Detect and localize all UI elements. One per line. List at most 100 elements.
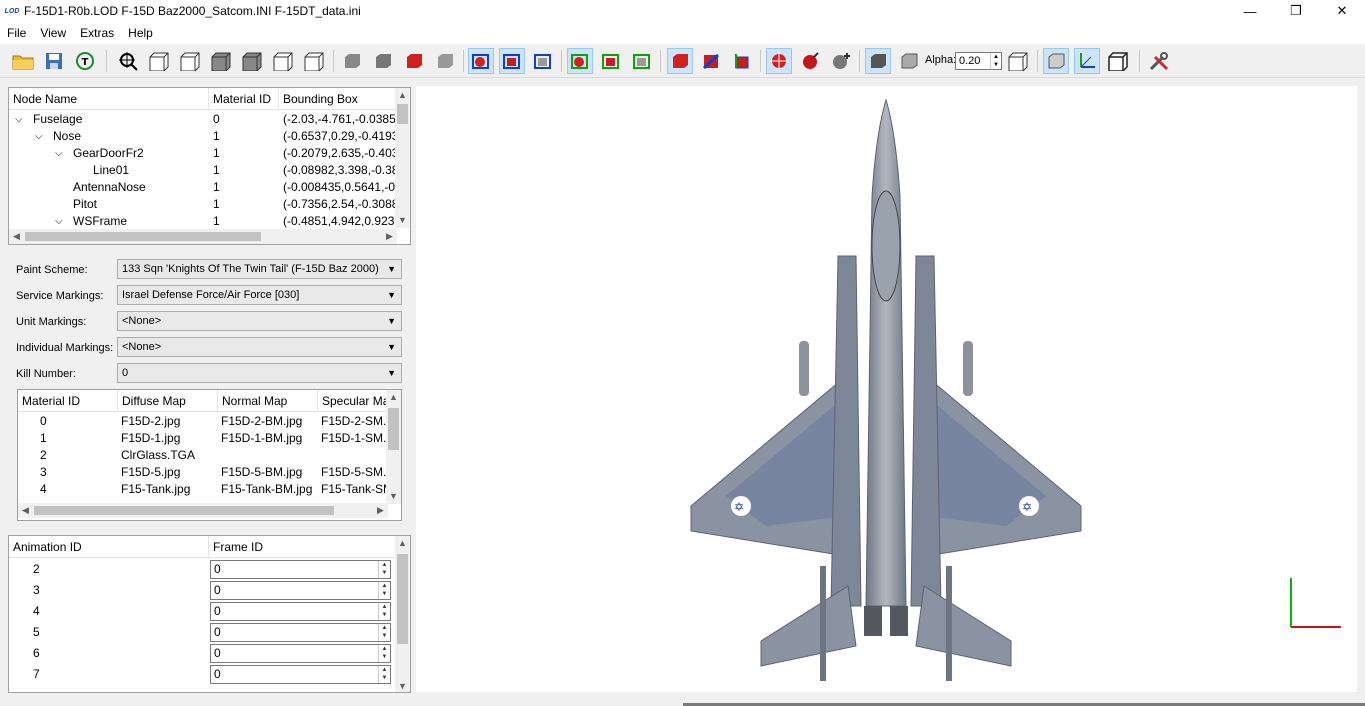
spin-arrows-icon[interactable]: ▲ ▼ [378, 603, 390, 620]
scroll-thumb[interactable] [397, 104, 408, 124]
bbox-gray-icon[interactable] [530, 48, 556, 74]
green-bbox-solid-icon[interactable] [598, 48, 624, 74]
animation-vscroll[interactable]: ▲ ▼ [395, 536, 410, 692]
material-cell[interactable] [221, 447, 319, 464]
animation-id-header[interactable]: Animation ID [9, 536, 209, 558]
material-cell[interactable]: ClrGlass.TGA [121, 447, 219, 464]
view-top-icon[interactable] [270, 48, 296, 74]
scroll-down-icon[interactable]: ▼ [395, 679, 410, 692]
spin-arrows-icon[interactable]: ▲ ▼ [378, 582, 390, 599]
node-name-header[interactable]: Node Name [9, 88, 209, 110]
transparent-cube-icon[interactable] [1005, 48, 1031, 74]
material-cell[interactable]: F15D-5-BM.jpg [221, 464, 319, 481]
minimize-button[interactable]: — [1227, 0, 1273, 22]
close-button[interactable]: ✕ [1319, 0, 1365, 22]
material-cell[interactable]: F15D-1-BM.jpg [221, 430, 319, 447]
frame-id-spinbox[interactable]: 0 ▲ ▼ [210, 602, 391, 621]
material-id-header[interactable]: Material ID [209, 88, 279, 110]
mat-id-header[interactable]: Material ID [18, 390, 118, 412]
scroll-left-icon[interactable]: ◀ [18, 503, 33, 518]
reload-icon[interactable]: T [72, 48, 98, 74]
frame-id-spinbox[interactable]: 0 ▲ ▼ [210, 665, 391, 684]
frame-id-spinbox[interactable]: 0 ▲ ▼ [210, 560, 391, 579]
material-cell[interactable]: F15-Tank.jpg [121, 481, 219, 498]
hscroll-thumb[interactable] [34, 506, 334, 515]
maximize-button[interactable]: ❐ [1273, 0, 1319, 22]
frame-id-spinbox[interactable]: 0 ▲ ▼ [210, 644, 391, 663]
material-cell[interactable]: 2 [40, 447, 80, 464]
tree-expander-icon[interactable]: ⌵ [55, 145, 67, 162]
tree-node-name[interactable]: Fuselage [33, 111, 207, 128]
bounding-box-icon[interactable] [1043, 48, 1069, 74]
tree-expander-icon[interactable]: ⌵ [15, 111, 27, 128]
kill-number-select[interactable]: 0 ▼ [117, 363, 402, 383]
scroll-left-icon[interactable]: ◀ [9, 229, 24, 244]
target-icon[interactable] [766, 48, 792, 74]
axes-icon[interactable] [1074, 48, 1100, 74]
material-cell[interactable]: 0 [40, 413, 80, 430]
effects-icon[interactable] [828, 48, 854, 74]
menu-file[interactable]: File [0, 26, 33, 40]
3d-viewport[interactable]: ✡ ✡ [416, 86, 1357, 692]
frame-id-spinbox[interactable]: 0 ▲ ▼ [210, 623, 391, 642]
shade-wire-icon[interactable] [432, 48, 458, 74]
tree-node-name[interactable]: GearDoorFr2 [73, 145, 207, 162]
scroll-right-icon[interactable]: ▶ [382, 229, 397, 244]
menu-view[interactable]: View [33, 26, 73, 40]
material-cell[interactable]: F15D-1-SM. [321, 430, 387, 447]
green-bbox-red-icon[interactable] [567, 48, 593, 74]
bounding-box-header[interactable]: Bounding Box [279, 88, 397, 110]
frame-id-header[interactable]: Frame ID [209, 536, 397, 558]
service-markings-select[interactable]: Israel Defense Force/Air Force [030] ▼ [117, 285, 402, 305]
individual-markings-select[interactable]: <None> ▼ [117, 337, 402, 357]
material-cell[interactable] [321, 447, 387, 464]
scroll-down-icon[interactable]: ▼ [395, 213, 410, 228]
scroll-down-icon[interactable]: ▼ [386, 489, 401, 504]
frame-id-spinbox[interactable]: 0 ▲ ▼ [210, 581, 391, 600]
bomb-icon[interactable] [797, 48, 823, 74]
materials-vscroll[interactable]: ▲ ▼ [386, 390, 401, 504]
specular-map-header[interactable]: Specular Ma [318, 390, 388, 412]
material-cell[interactable]: 3 [40, 464, 80, 481]
material-cell[interactable]: F15-Tank-BM.jpg [221, 481, 319, 498]
shade-smooth-icon[interactable] [370, 48, 396, 74]
zoom-icon[interactable] [115, 48, 141, 74]
scroll-up-icon[interactable]: ▲ [395, 536, 410, 551]
outline-cube-icon[interactable] [896, 48, 922, 74]
shade-flat-icon[interactable] [339, 48, 365, 74]
spin-arrows-icon[interactable]: ▲ ▼ [378, 645, 390, 662]
material-cell[interactable]: 1 [40, 430, 80, 447]
hscroll-thumb[interactable] [25, 232, 261, 241]
normals-icon[interactable] [667, 48, 693, 74]
node-tree-vscroll[interactable]: ▲ ▼ [395, 88, 410, 228]
diffuse-map-header[interactable]: Diffuse Map [118, 390, 218, 412]
material-cell[interactable]: F15-Tank-SM [321, 481, 387, 498]
scroll-up-icon[interactable]: ▲ [395, 88, 410, 103]
view-bottom-icon[interactable] [301, 48, 327, 74]
material-cell[interactable]: F15D-2-BM.jpg [221, 413, 319, 430]
normal-map-header[interactable]: Normal Map [218, 390, 318, 412]
axes-color-icon[interactable] [698, 48, 724, 74]
tree-expander-icon[interactable]: ⌵ [55, 213, 67, 230]
axes-box-icon[interactable] [729, 48, 755, 74]
paint-scheme-select[interactable]: 133 Sqn 'Knights Of The Twin Tail' (F-15… [117, 259, 402, 279]
tree-expander-icon[interactable]: ⌵ [35, 128, 47, 145]
bbox-solid-icon[interactable] [499, 48, 525, 74]
menu-extras[interactable]: Extras [73, 26, 121, 40]
settings-tools-icon[interactable] [1146, 48, 1172, 74]
material-cell[interactable]: F15D-2.jpg [121, 413, 219, 430]
unit-markings-select[interactable]: <None> ▼ [117, 311, 402, 331]
tree-node-name[interactable]: Pitot [73, 196, 207, 213]
spin-arrows-icon[interactable]: ▲ ▼ [378, 666, 390, 683]
view-back-icon[interactable] [177, 48, 203, 74]
scroll-up-icon[interactable]: ▲ [386, 390, 401, 405]
material-cell[interactable]: F15D-2-SM. [321, 413, 387, 430]
scroll-right-icon[interactable]: ▶ [373, 503, 388, 518]
view-right-icon[interactable] [239, 48, 265, 74]
save-icon[interactable] [41, 48, 67, 74]
spin-arrows-icon[interactable]: ▲ ▼ [378, 624, 390, 641]
tree-node-name[interactable]: AntennaNose [73, 179, 207, 196]
view-left-icon[interactable] [208, 48, 234, 74]
scroll-thumb[interactable] [397, 554, 408, 644]
open-folder-icon[interactable] [10, 48, 36, 74]
